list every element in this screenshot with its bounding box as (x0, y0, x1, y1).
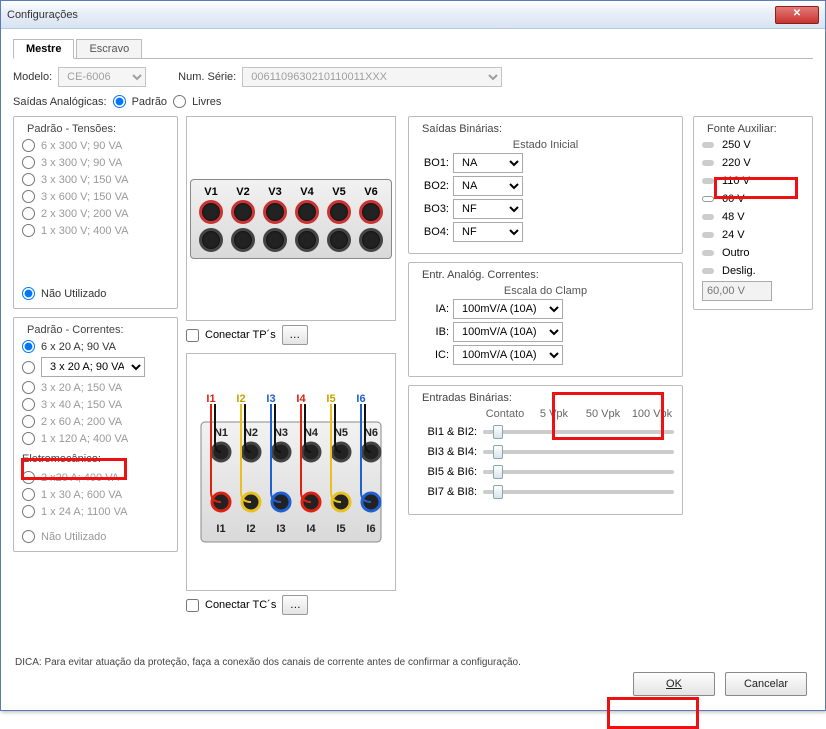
svg-text:N4: N4 (304, 427, 319, 439)
cancel-button[interactable]: Cancelar (725, 672, 807, 696)
radio-eletro[interactable]: 1 x 24 A; 1100 VA (22, 505, 169, 518)
svg-text:I1: I1 (206, 393, 215, 405)
svg-text:N6: N6 (364, 427, 378, 439)
aux-110[interactable]: 110 V (702, 175, 804, 187)
slider-bi78[interactable] (483, 490, 674, 494)
tabs: Mestre Escravo (13, 39, 813, 59)
radio-corrente-sel[interactable]: 6 x 20 A; 90 VA (22, 340, 169, 353)
tab-escravo[interactable]: Escravo (76, 39, 142, 58)
tc-more-button[interactable]: … (282, 595, 308, 615)
svg-text:I6: I6 (356, 393, 365, 405)
group-correntes: Padrão - Correntes: 6 x 20 A; 90 VA 3 x … (13, 317, 178, 552)
saidas-bin-sub: Estado Inicial (417, 139, 674, 151)
window-title: Configurações (7, 9, 775, 21)
bo3-select[interactable]: NF (453, 199, 523, 219)
current-diagram: I1 I2 I3 I4 I5 I6 N1 N2 N3 N4 N5 N6 (186, 353, 396, 591)
bo1-select[interactable]: NA (453, 153, 523, 173)
svg-text:I6: I6 (366, 523, 375, 535)
ia-select[interactable]: 100mV/A (10A) (453, 299, 563, 319)
radio-corrente[interactable]: 3 x 40 A; 150 VA (22, 398, 169, 411)
svg-text:I5: I5 (326, 393, 335, 405)
svg-text:I3: I3 (266, 393, 275, 405)
svg-text:I1: I1 (216, 523, 225, 535)
radio-corrente-nao[interactable]: Não Utilizado (22, 530, 169, 543)
svg-text:I4: I4 (306, 523, 316, 535)
radio-livres[interactable]: Livres (173, 95, 221, 108)
radio-corrente[interactable]: 2 x 60 A; 200 VA (22, 415, 169, 428)
radio-corrente[interactable]: 3 x 20 A; 150 VA (22, 381, 169, 394)
svg-text:N1: N1 (214, 427, 228, 439)
svg-text:I2: I2 (236, 393, 245, 405)
svg-text:I4: I4 (296, 393, 306, 405)
svg-text:N2: N2 (244, 427, 258, 439)
group-entradas-bin: Entradas Binárias: Contato 5 Vpk 50 Vpk … (408, 385, 683, 515)
aux-60[interactable]: 60 V (702, 193, 804, 205)
group-entr-analog: Entr. Analóg. Correntes: Escala do Clamp… (408, 262, 683, 377)
group-saidas-bin: Saídas Binárias: Estado Inicial BO1:NA B… (408, 116, 683, 254)
tab-mestre[interactable]: Mestre (13, 39, 74, 59)
bo2-select[interactable]: NA (453, 176, 523, 196)
group-tensoes: Padrão - Tensões: 6 x 300 V; 90 VA 3 x 3… (13, 116, 178, 309)
svg-text:N5: N5 (334, 427, 348, 439)
svg-text:I3: I3 (276, 523, 285, 535)
radio-eletro[interactable]: 2 x20 A; 400 VA (22, 471, 169, 484)
aux-220[interactable]: 220 V (702, 157, 804, 169)
legend-tensoes: Padrão - Tensões: (24, 123, 119, 135)
aux-outro[interactable]: Outro (702, 247, 804, 259)
svg-text:I2: I2 (246, 523, 255, 535)
slider-bi12[interactable] (483, 430, 674, 434)
ic-select[interactable]: 100mV/A (10A) (453, 345, 563, 365)
eletro-label: Eletromecânico: (22, 453, 169, 465)
close-icon[interactable]: ✕ (775, 6, 819, 24)
ib-select[interactable]: 100mV/A (10A) (453, 322, 563, 342)
chk-tp[interactable] (186, 329, 199, 342)
config-window: Configurações ✕ Mestre Escravo Modelo: C… (0, 0, 826, 711)
model-select[interactable]: CE-6006 (58, 67, 146, 87)
ok-button[interactable]: OK (633, 672, 715, 696)
model-label: Modelo: (13, 71, 52, 83)
saidas-bin-title: Saídas Binárias: (419, 123, 505, 135)
radio-tensao[interactable]: 6 x 300 V; 90 VA (22, 139, 169, 152)
radio-eletro[interactable]: 1 x 30 A; 600 VA (22, 488, 169, 501)
svg-text:N3: N3 (274, 427, 288, 439)
radio-tensao[interactable]: 1 x 300 V; 400 VA (22, 224, 169, 237)
radio-padrao[interactable]: Padrão (113, 95, 167, 108)
aux-24[interactable]: 24 V (702, 229, 804, 241)
tp-more-button[interactable]: … (282, 325, 308, 345)
serial-label: Num. Série: (178, 71, 236, 83)
entradas-bin-title: Entradas Binárias: (419, 392, 515, 404)
radio-tensao[interactable]: 3 x 300 V; 90 VA (22, 156, 169, 169)
radio-tensao[interactable]: 2 x 300 V; 200 VA (22, 207, 169, 220)
radio-tensao[interactable]: 3 x 600 V; 150 VA (22, 190, 169, 203)
svg-text:I5: I5 (336, 523, 345, 535)
aux-field (702, 281, 772, 301)
radio-tensao-nao[interactable]: Não Utilizado (22, 287, 169, 300)
fonte-title: Fonte Auxiliar: (704, 123, 780, 135)
voltage-diagram: V1V2V3 V4V5V6 (186, 116, 396, 321)
serial-select[interactable]: 0061109630210110011XXX (242, 67, 502, 87)
entr-analog-sub: Escala do Clamp (417, 285, 674, 297)
hint-text: DICA: Para evitar atuação da proteção, f… (15, 657, 521, 668)
entr-analog-title: Entr. Analóg. Correntes: (419, 269, 542, 281)
group-fonte-aux: Fonte Auxiliar: 250 V 220 V 110 V 60 V 4… (693, 116, 813, 310)
legend-correntes: Padrão - Correntes: (24, 324, 127, 336)
bo4-select[interactable]: NF (453, 222, 523, 242)
aux-deslig[interactable]: Deslig. (702, 265, 804, 277)
radio-corrente[interactable]: 1 x 120 A; 400 VA (22, 432, 169, 445)
slider-bi34[interactable] (483, 450, 674, 454)
radio-corrente-dd[interactable]: 3 x 20 A; 90 VA (22, 357, 169, 377)
chk-tp-label: Conectar TP´s (205, 329, 276, 341)
chk-tc[interactable] (186, 599, 199, 612)
slider-bi56[interactable] (483, 470, 674, 474)
aux-48[interactable]: 48 V (702, 211, 804, 223)
highlight-ok (607, 697, 699, 729)
titlebar: Configurações ✕ (1, 1, 825, 29)
radio-tensao[interactable]: 3 x 300 V; 150 VA (22, 173, 169, 186)
aux-250[interactable]: 250 V (702, 139, 804, 151)
analog-out-label: Saídas Analógicas: (13, 96, 107, 108)
chk-tc-label: Conectar TC´s (205, 599, 276, 611)
